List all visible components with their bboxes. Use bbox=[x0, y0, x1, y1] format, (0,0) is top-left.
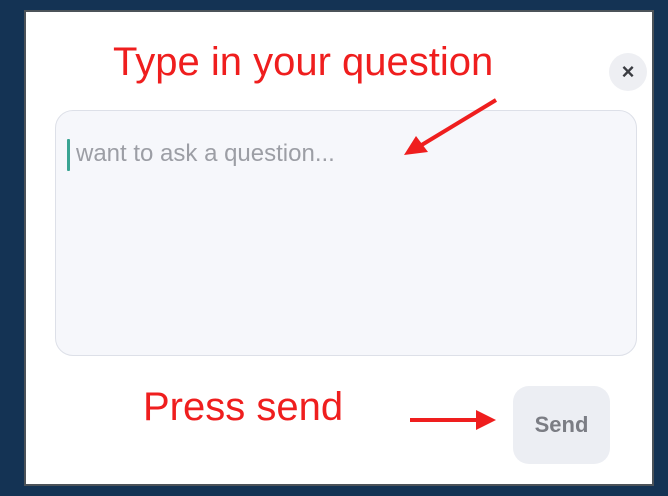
arrow-icon bbox=[476, 410, 496, 430]
annotation-arrows bbox=[404, 98, 498, 430]
arrow-to-input bbox=[418, 98, 498, 148]
